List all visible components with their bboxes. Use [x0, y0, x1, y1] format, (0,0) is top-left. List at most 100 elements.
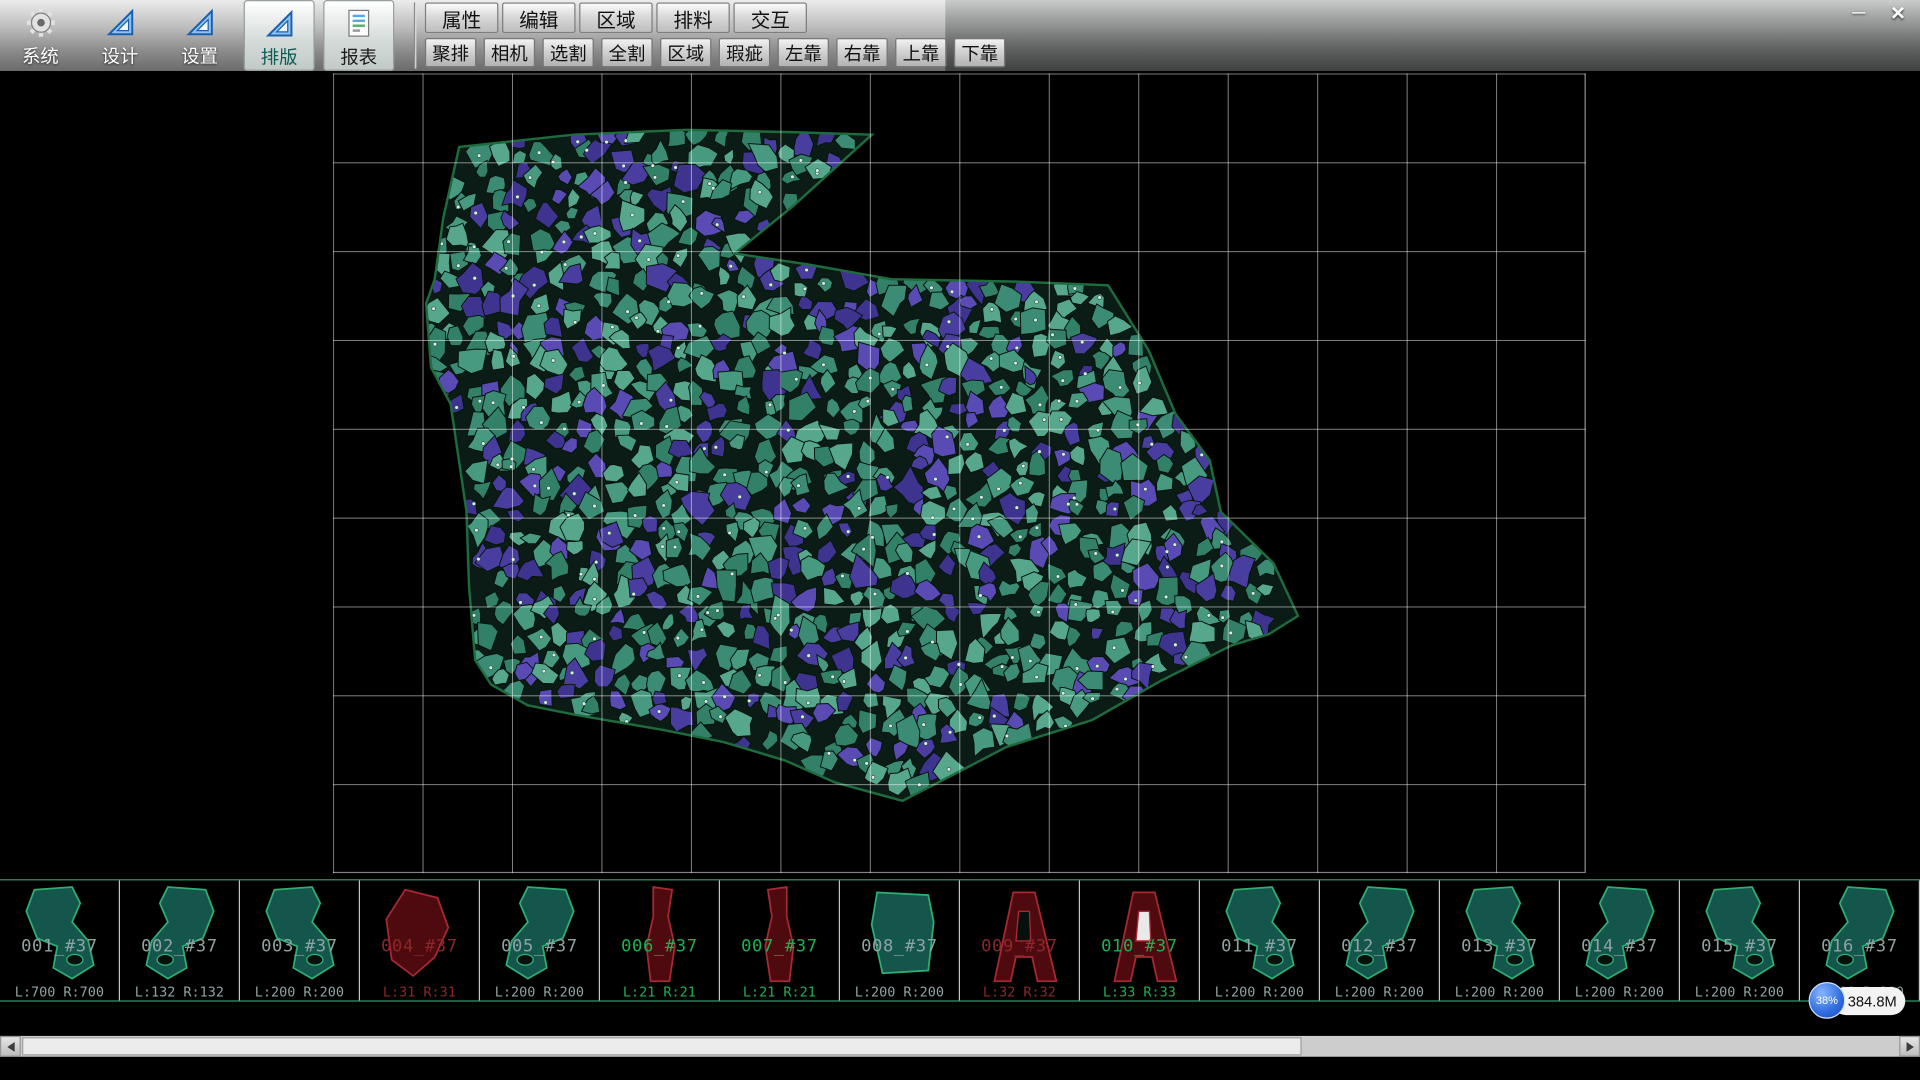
part-id: 016_#37 — [1800, 937, 1919, 957]
toolbar-divider — [414, 2, 415, 68]
tool-button-align-bottom[interactable]: 下靠 — [954, 38, 1005, 67]
part-thumbnail[interactable]: 012_#37L:200 R:200 — [1320, 880, 1440, 1000]
part-id: 013_#37 — [1440, 937, 1559, 957]
part-shape — [492, 882, 588, 990]
tool-row: 聚排相机选割全割区域瑕疵左靠右靠上靠下靠 — [425, 38, 1006, 67]
tool-button-align-right[interactable]: 右靠 — [836, 38, 887, 67]
part-thumbnail[interactable]: 008_#37 L:200 R:200 — [840, 880, 960, 1000]
scroll-right-button[interactable] — [1899, 1036, 1920, 1057]
progress-indicator: 38% — [1809, 982, 1846, 1019]
tool-button-select-cut[interactable]: 选割 — [542, 38, 593, 67]
nav-item-system[interactable]: 系统 — [5, 0, 76, 71]
menu-button-interact[interactable]: 交互 — [734, 2, 807, 33]
tool-button-align-top[interactable]: 上靠 — [895, 38, 946, 67]
nav-item-label: 设计 — [102, 43, 139, 69]
part-shape — [1092, 882, 1188, 990]
part-shape — [852, 882, 948, 990]
part-lr-counts: L:200 R:200 — [1560, 984, 1679, 1000]
window-controls: ─ ✕ — [1847, 2, 1911, 24]
tool-button-align-left[interactable]: 左靠 — [778, 38, 829, 67]
minimize-button[interactable]: ─ — [1847, 2, 1871, 24]
part-thumbnail[interactable]: 014_#37L:200 R:200 — [1560, 880, 1680, 1000]
part-lr-counts: L:31 R:31 — [360, 984, 479, 1000]
tool-button-zone[interactable]: 区域 — [660, 38, 711, 67]
part-shape — [612, 882, 708, 990]
part-shape — [732, 882, 828, 990]
left-arrow-icon — [7, 1041, 14, 1051]
nav-buttons: 系统 设计 设置 排版报表 — [5, 0, 403, 71]
part-thumbnail[interactable]: 010_#37 L:33 R:33 — [1080, 880, 1200, 1000]
set-square-icon — [263, 5, 295, 42]
part-id: 009_#37 — [960, 937, 1079, 957]
part-thumbnail[interactable]: 003_#37L:200 R:200 — [240, 880, 360, 1000]
part-lr-counts: L:700 R:700 — [0, 984, 119, 1000]
tool-button-defect[interactable]: 瑕疵 — [719, 38, 770, 67]
top-toolbar: 系统设计设置排版报表 属性编辑区域排料交互 聚排相机选割全割区域瑕疵左靠右靠上靠… — [0, 0, 1920, 71]
nav-item-design[interactable]: 设计 — [84, 0, 155, 71]
menu-button-region[interactable]: 区域 — [579, 2, 652, 33]
nav-item-settings[interactable]: 设置 — [164, 0, 235, 71]
part-shape — [372, 882, 468, 990]
part-shape — [1572, 882, 1668, 990]
close-button[interactable]: ✕ — [1886, 2, 1910, 24]
progress-value: 38% — [1816, 994, 1838, 1006]
part-id: 011_#37 — [1200, 937, 1319, 957]
part-thumbnail[interactable]: 007_#37L:21 R:21 — [720, 880, 840, 1000]
nest-svg — [333, 73, 1586, 873]
report-icon — [343, 5, 375, 42]
part-id: 008_#37 — [840, 937, 959, 957]
part-id: 001_#37 — [0, 937, 119, 957]
tool-button-cut-all[interactable]: 全割 — [601, 38, 652, 67]
part-shape — [1212, 882, 1308, 990]
set-square-icon — [104, 4, 136, 41]
app-window: 系统设计设置排版报表 属性编辑区域排料交互 聚排相机选割全割区域瑕疵左靠右靠上靠… — [0, 0, 1920, 1080]
part-id: 012_#37 — [1320, 937, 1439, 957]
scroll-left-button[interactable] — [0, 1036, 21, 1057]
part-lr-counts: L:32 R:32 — [960, 984, 1079, 1000]
part-lr-counts: L:200 R:200 — [240, 984, 359, 1000]
part-thumbnail[interactable]: 013_#37L:200 R:200 — [1440, 880, 1560, 1000]
part-thumbnail[interactable]: 015_#37L:200 R:200 — [1680, 880, 1800, 1000]
gear-icon — [24, 4, 57, 41]
nav-item-label: 排版 — [261, 44, 298, 70]
part-thumbnail[interactable]: 006_#37L:21 R:21 — [600, 880, 720, 1000]
part-lr-counts: L:200 R:200 — [840, 984, 959, 1000]
menu-button-nesting[interactable]: 排料 — [656, 2, 729, 33]
horizontal-scrollbar[interactable] — [0, 1036, 1920, 1057]
part-shape — [1812, 882, 1908, 990]
part-shape — [1332, 882, 1428, 990]
part-lr-counts: L:132 R:132 — [120, 984, 239, 1000]
part-thumbnail[interactable]: 001_#37 L:700 R:700 — [0, 880, 120, 1000]
part-shape — [12, 882, 108, 990]
part-thumbnail[interactable]: 004_#37L:31 R:31 — [360, 880, 480, 1000]
part-thumbnail[interactable]: 011_#37 L:200 R:200 — [1200, 880, 1320, 1000]
part-thumbnail[interactable]: 005_#37 L:200 R:200 — [480, 880, 600, 1000]
scrollbar-thumb[interactable] — [22, 1037, 1302, 1055]
part-shape — [1452, 882, 1548, 990]
menu-button-properties[interactable]: 属性 — [425, 2, 498, 33]
part-lr-counts: L:200 R:200 — [480, 984, 599, 1000]
part-thumbnail[interactable]: 002_#37 L:132 R:132 — [120, 880, 240, 1000]
tool-button-camera[interactable]: 相机 — [484, 38, 535, 67]
part-id: 002_#37 — [120, 937, 239, 957]
nesting-canvas[interactable] — [0, 71, 1920, 879]
part-shape — [972, 882, 1068, 990]
part-thumbnail[interactable]: 009_#37 L:32 R:32 — [960, 880, 1080, 1000]
part-id: 015_#37 — [1680, 937, 1799, 957]
tool-button-cluster-nest[interactable]: 聚排 — [425, 38, 476, 67]
nav-item-label: 系统 — [22, 43, 59, 69]
nav-item-layout[interactable]: 排版 — [244, 0, 315, 71]
part-lr-counts: L:200 R:200 — [1200, 984, 1319, 1000]
menu-button-edit[interactable]: 编辑 — [502, 2, 575, 33]
nav-item-report[interactable]: 报表 — [323, 0, 394, 71]
part-lr-counts: L:33 R:33 — [1080, 984, 1199, 1000]
part-thumbnail[interactable]: 016_#37L:200 R:200 — [1800, 880, 1920, 1000]
part-lr-counts: L:21 R:21 — [600, 984, 719, 1000]
menu-row: 属性编辑区域排料交互 — [425, 2, 807, 33]
parts-strip: 001_#37 L:700 R:700 002_#37 L:132 R:132003_… — [0, 879, 1920, 1001]
nav-item-label: 设置 — [181, 43, 218, 69]
part-id: 010_#37 — [1080, 937, 1199, 957]
set-square-icon — [184, 4, 216, 41]
part-shape — [1692, 882, 1788, 990]
part-id: 005_#37 — [480, 937, 599, 957]
